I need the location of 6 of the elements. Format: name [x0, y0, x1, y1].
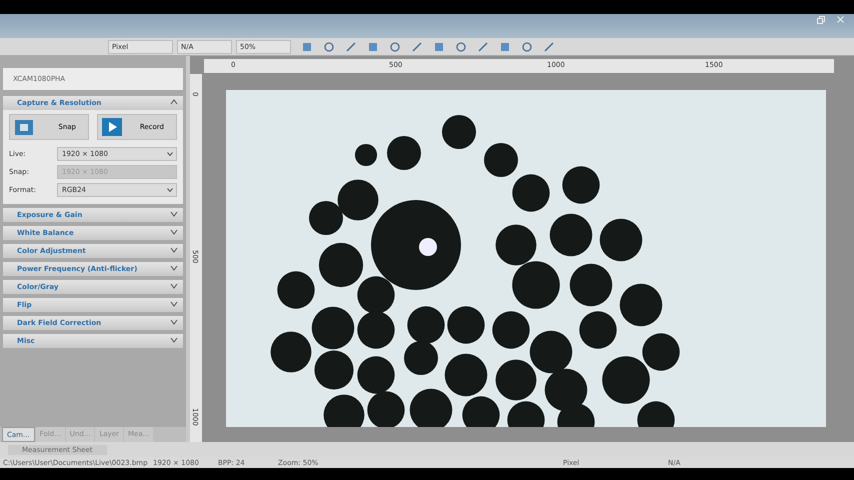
caret-icon [167, 152, 173, 156]
camera-icon [14, 118, 34, 136]
play-icon [102, 118, 122, 136]
close-icon[interactable] [837, 16, 844, 23]
restore-icon[interactable] [817, 16, 825, 24]
caret-icon [167, 188, 173, 192]
